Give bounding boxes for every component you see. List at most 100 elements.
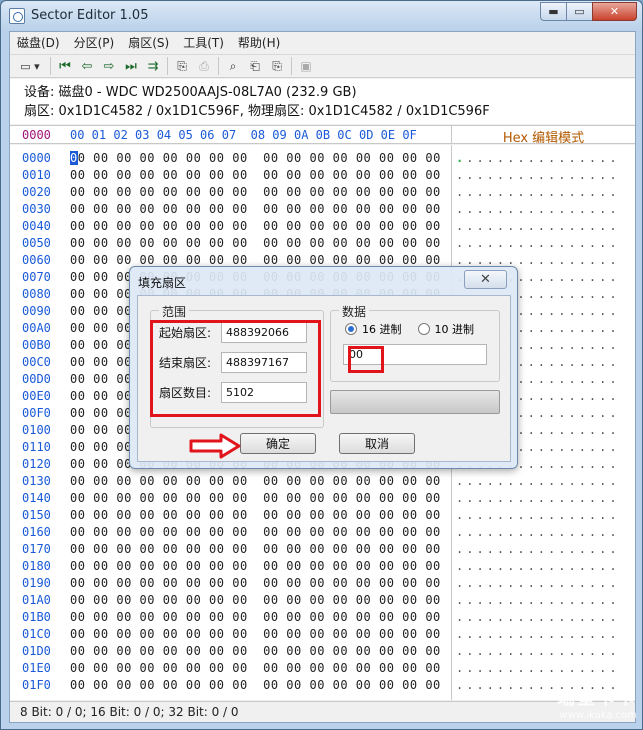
menu-partition[interactable]: 分区(P) (67, 34, 122, 51)
row-bytes[interactable]: 00 00 00 00 00 00 00 00 00 00 00 00 00 0… (70, 508, 441, 522)
row-bytes[interactable]: 00 00 00 00 00 00 00 00 00 00 00 00 00 0… (70, 576, 441, 590)
watermark-logo: 瑞星卡卡 www.ikaka.com (517, 684, 637, 724)
next-sector-icon[interactable]: ⇨ (98, 56, 120, 76)
row-bytes[interactable]: 00 00 00 00 00 00 00 00 00 00 00 00 00 0… (70, 644, 441, 658)
export-icon[interactable]: ⎗ (244, 56, 266, 76)
close-button[interactable]: ✕ (592, 2, 637, 21)
row-ascii[interactable]: ................ (456, 542, 620, 556)
row-address: 0090 (22, 304, 51, 318)
cancel-button[interactable]: 取消 (339, 433, 415, 454)
row-ascii[interactable]: ................ (456, 593, 620, 607)
row-ascii[interactable]: ................ (456, 151, 620, 165)
data-group-label: 数据 (339, 303, 370, 320)
row-bytes[interactable]: 00 00 00 00 00 00 00 00 00 00 00 00 00 0… (70, 236, 441, 250)
row-ascii[interactable]: ................ (456, 627, 620, 641)
row-ascii[interactable]: ................ (456, 236, 620, 250)
row-bytes[interactable]: 00 00 00 00 00 00 00 00 00 00 00 00 00 0… (70, 151, 441, 165)
watermark-text: 瑞星卡卡 (557, 688, 637, 709)
menu-sector[interactable]: 扇区(S) (121, 34, 176, 51)
row-bytes[interactable]: 00 00 00 00 00 00 00 00 00 00 00 00 00 0… (70, 661, 441, 675)
window-title: Sector Editor 1.05 (31, 8, 149, 23)
sector-line: 扇区: 0x1D1C4582 / 0x1D1C596F, 物理扇区: 0x1D1… (24, 104, 490, 119)
watermark-url: www.ikaka.com (559, 710, 637, 721)
row-bytes[interactable]: 00 00 00 00 00 00 00 00 00 00 00 00 00 0… (70, 253, 441, 267)
last-sector-icon[interactable]: ⏭ (120, 56, 142, 76)
menu-disk[interactable]: 磁盘(D) (10, 34, 67, 51)
row-ascii[interactable]: ................ (456, 185, 620, 199)
save-icon[interactable]: ▣ (295, 56, 317, 76)
row-address: 0180 (22, 559, 51, 573)
row-ascii[interactable]: ................ (456, 474, 620, 488)
row-address: 0060 (22, 253, 51, 267)
row-address: 0160 (22, 525, 51, 539)
row-ascii[interactable]: ................ (456, 661, 620, 675)
row-bytes[interactable]: 00 00 00 00 00 00 00 00 00 00 00 00 00 0… (70, 559, 441, 573)
menu-bar: 磁盘(D) 分区(P) 扇区(S) 工具(T) 帮助(H) (10, 32, 635, 53)
row-address: 0010 (22, 168, 51, 182)
row-ascii[interactable]: ................ (456, 610, 620, 624)
edit-cursor[interactable]: 0 (70, 151, 78, 165)
row-address: 00F0 (22, 406, 51, 420)
row-ascii[interactable]: ................ (456, 559, 620, 573)
find-icon[interactable]: ⌕ (222, 56, 244, 76)
row-ascii[interactable]: ................ (456, 644, 620, 658)
prev-sector-icon[interactable]: ⇦ (76, 56, 98, 76)
disk-select-icon[interactable]: ▭ ▾ (13, 56, 47, 76)
row-address: 01A0 (22, 593, 51, 607)
row-bytes[interactable]: 00 00 00 00 00 00 00 00 00 00 00 00 00 0… (70, 542, 441, 556)
row-bytes[interactable]: 00 00 00 00 00 00 00 00 00 00 00 00 00 0… (70, 491, 441, 505)
row-bytes[interactable]: 00 00 00 00 00 00 00 00 00 00 00 00 00 0… (70, 525, 441, 539)
row-address: 0020 (22, 185, 51, 199)
address-column-header: 0000 (22, 128, 51, 142)
toolbar-separator (291, 57, 292, 75)
row-ascii[interactable]: ................ (456, 168, 620, 182)
paste-icon[interactable]: ⎙ (193, 56, 215, 76)
dialog-close-button[interactable]: ✕ (464, 270, 507, 289)
row-address: 0100 (22, 423, 51, 437)
radio-dec-label[interactable]: 10 进制 (435, 321, 475, 337)
row-bytes[interactable]: 00 00 00 00 00 00 00 00 00 00 00 00 00 0… (70, 593, 441, 607)
annotation-range-box (150, 320, 321, 417)
row-ascii[interactable]: ................ (456, 491, 620, 505)
row-bytes[interactable]: 00 00 00 00 00 00 00 00 00 00 00 00 00 0… (70, 185, 441, 199)
goto-sector-icon[interactable]: ⇉ (142, 56, 164, 76)
row-address: 0130 (22, 474, 51, 488)
row-ascii[interactable]: ................ (456, 219, 620, 233)
row-address: 00D0 (22, 372, 51, 386)
row-address: 01F0 (22, 678, 51, 692)
row-bytes[interactable]: 00 00 00 00 00 00 00 00 00 00 00 00 00 0… (70, 202, 441, 216)
row-address: 0050 (22, 236, 51, 250)
row-ascii-rest: ............... (466, 151, 620, 165)
radio-dec[interactable] (417, 323, 430, 335)
minimize-button[interactable]: ▬ (540, 2, 567, 21)
device-info: 设备: 磁盘0 - WDC WD2500AAJS-08L7A0 (232.9 G… (10, 79, 635, 124)
row-ascii[interactable]: ................ (456, 202, 620, 216)
row-address: 00E0 (22, 389, 51, 403)
radio-hex[interactable] (345, 323, 357, 335)
row-bytes[interactable]: 00 00 00 00 00 00 00 00 00 00 00 00 00 0… (70, 219, 441, 233)
menu-tools[interactable]: 工具(T) (176, 34, 231, 51)
row-address: 00C0 (22, 355, 51, 369)
row-bytes[interactable]: 00 00 00 00 00 00 00 00 00 00 00 00 00 0… (70, 474, 441, 488)
row-ascii[interactable]: ................ (456, 525, 620, 539)
row-address: 0040 (22, 219, 51, 233)
menu-help[interactable]: 帮助(H) (231, 34, 287, 51)
row-ascii[interactable]: ................ (456, 508, 620, 522)
row-address: 0080 (22, 287, 51, 301)
row-ascii[interactable]: ................ (456, 253, 620, 267)
row-bytes[interactable]: 00 00 00 00 00 00 00 00 00 00 00 00 00 0… (70, 610, 441, 624)
radio-hex-label[interactable]: 16 进制 (362, 321, 402, 337)
maximize-button[interactable]: ▭ (566, 2, 593, 21)
row-address: 0110 (22, 440, 51, 454)
window-controls: ▬ ▭ ✕ (540, 2, 637, 21)
first-sector-icon[interactable]: ⏮ (54, 56, 76, 76)
row-bytes[interactable]: 00 00 00 00 00 00 00 00 00 00 00 00 00 0… (70, 678, 441, 692)
annotation-data-box (348, 346, 384, 373)
row-bytes[interactable]: 00 00 00 00 00 00 00 00 00 00 00 00 00 0… (70, 627, 441, 641)
title-bar[interactable]: Sector Editor 1.05 ▬ ▭ ✕ (1, 1, 642, 31)
row-ascii[interactable]: ................ (456, 576, 620, 590)
import-icon[interactable]: ⎘ (266, 56, 288, 76)
ok-button[interactable]: 确定 (240, 433, 316, 454)
copy-icon[interactable]: ⎘ (171, 56, 193, 76)
row-bytes[interactable]: 00 00 00 00 00 00 00 00 00 00 00 00 00 0… (70, 168, 441, 182)
